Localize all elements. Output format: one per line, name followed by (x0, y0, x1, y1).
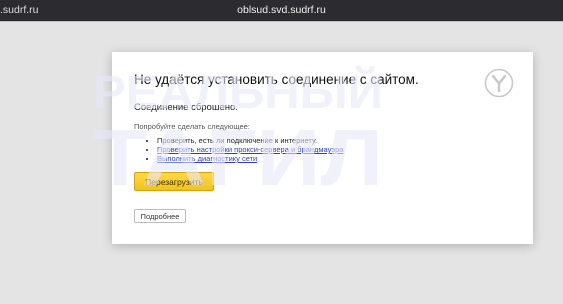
reload-button[interactable]: Перезагрузить (134, 172, 214, 191)
browser-title-bar: .sudrf.ru oblsud.svd.sudrf.ru (0, 0, 563, 21)
details-button[interactable]: Подробнее (134, 209, 186, 223)
check-proxy-link[interactable]: Проверить настройки прокси-сервера и бра… (157, 145, 343, 154)
suggestions-list: Проверить, есть ли подключение к интерне… (147, 136, 343, 163)
error-subtitle: Соединение сброшено. (134, 102, 238, 113)
address-bar[interactable]: oblsud.svd.sudrf.ru (0, 4, 563, 16)
error-heading: Не удаётся установить соединение с сайто… (134, 72, 419, 87)
suggestion-check-internet: Проверить, есть ли подключение к интерне… (157, 136, 343, 145)
suggestion-network-diagnostics: Выполнить диагностику сети (157, 154, 343, 163)
network-diagnostics-link[interactable]: Выполнить диагностику сети (157, 154, 257, 163)
suggestion-check-proxy: Проверить настройки прокси-сервера и бра… (157, 145, 343, 154)
titlebar-divider (0, 21, 563, 22)
error-card: Не удаётся установить соединение с сайто… (112, 52, 533, 244)
suggestions-label: Попробуйте сделать следующее: (134, 122, 250, 131)
suggestion-text: Проверить, есть ли подключение к интерне… (157, 136, 318, 145)
yandex-browser-logo-icon (484, 68, 514, 98)
